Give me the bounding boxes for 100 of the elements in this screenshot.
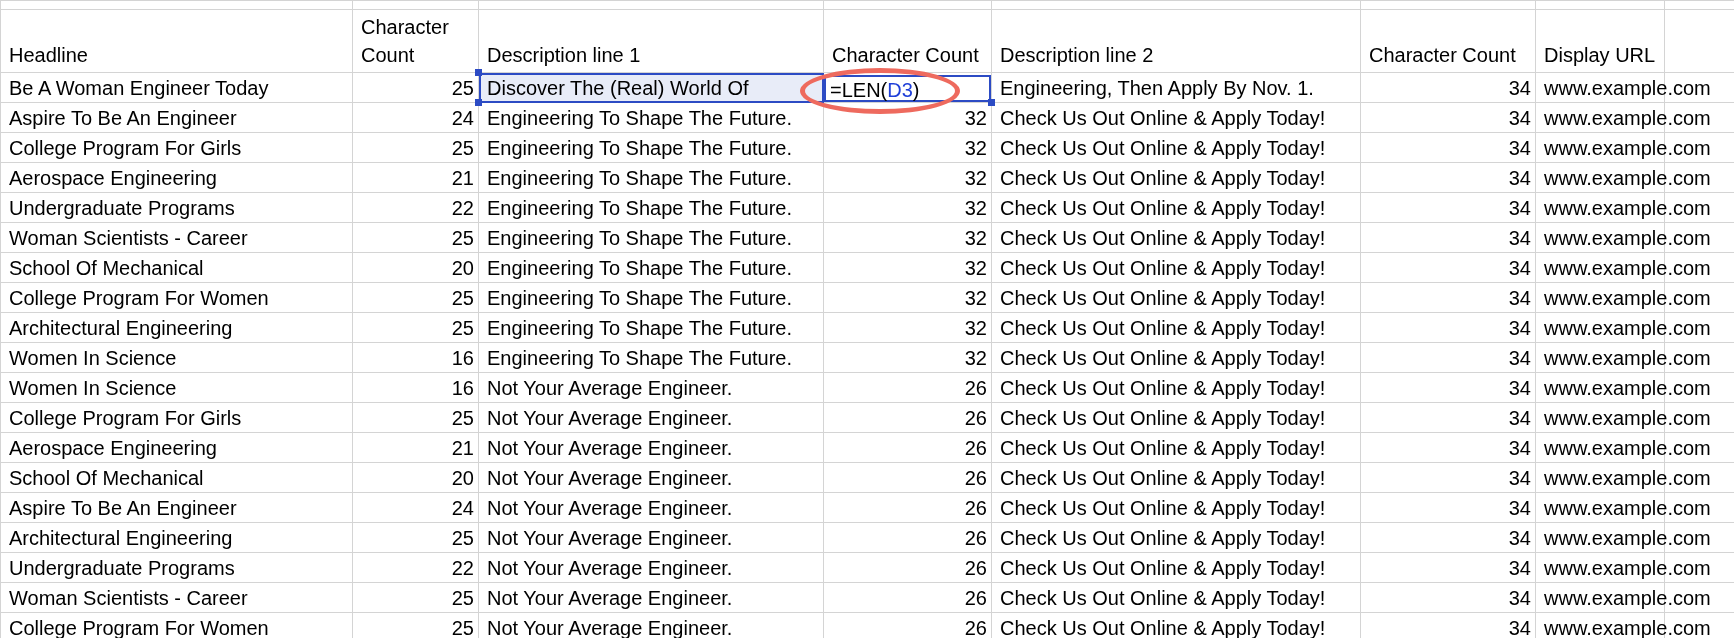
table-cell: 26 bbox=[964, 617, 987, 638]
table-cell: Engineering To Shape The Future. bbox=[487, 317, 793, 339]
selection-handle[interactable] bbox=[988, 99, 995, 106]
table-cell: 25 bbox=[451, 587, 474, 609]
table-cell: Aspire To Be An Engineer bbox=[9, 497, 237, 519]
table-cell: 32 bbox=[964, 167, 987, 189]
formula-input-field[interactable]: =LEN(D3) bbox=[824, 75, 991, 102]
table-cell: www.example.com bbox=[1544, 467, 1711, 489]
table-cell: Women In Science bbox=[9, 347, 177, 369]
column-header: Display URL bbox=[1544, 44, 1656, 66]
table-cell: www.example.com bbox=[1544, 377, 1711, 399]
table-cell: Check Us Out Online & Apply Today! bbox=[1000, 437, 1326, 459]
table-cell: 16 bbox=[451, 347, 474, 369]
table-cell: 26 bbox=[964, 437, 987, 459]
table-cell: www.example.com bbox=[1544, 137, 1711, 159]
table-cell: Not Your Average Engineer. bbox=[487, 467, 733, 489]
table-cell: 34 bbox=[1508, 167, 1531, 189]
table-cell: 34 bbox=[1508, 437, 1531, 459]
table-cell: www.example.com bbox=[1544, 197, 1711, 219]
table-cell: Engineering To Shape The Future. bbox=[487, 227, 793, 249]
table-cell: 26 bbox=[964, 527, 987, 549]
table-cell: 32 bbox=[964, 227, 987, 249]
table-cell: 34 bbox=[1508, 467, 1531, 489]
table-cell: Check Us Out Online & Apply Today! bbox=[1000, 107, 1326, 129]
table-cell: Aerospace Engineering bbox=[9, 167, 217, 189]
table-cell: 34 bbox=[1508, 227, 1531, 249]
table-cell: 34 bbox=[1508, 557, 1531, 579]
table-cell: 34 bbox=[1508, 137, 1531, 159]
table-cell: Check Us Out Online & Apply Today! bbox=[1000, 167, 1326, 189]
column-header: Character Count bbox=[832, 44, 979, 66]
table-cell: 32 bbox=[964, 137, 987, 159]
table-cell: Woman Scientists - Career bbox=[9, 227, 248, 249]
table-cell: 25 bbox=[451, 527, 474, 549]
table-cell: 24 bbox=[451, 107, 474, 129]
selection-handle[interactable] bbox=[475, 99, 482, 106]
table-cell: 34 bbox=[1508, 287, 1531, 309]
table-cell: 34 bbox=[1508, 197, 1531, 219]
table-cell: School Of Mechanical bbox=[9, 467, 204, 489]
table-cell: Engineering To Shape The Future. bbox=[487, 167, 793, 189]
table-cell: Aspire To Be An Engineer bbox=[9, 107, 237, 129]
table-cell: 34 bbox=[1508, 617, 1531, 638]
table-cell: 34 bbox=[1508, 107, 1531, 129]
selection-handle[interactable] bbox=[475, 69, 482, 76]
table-cell: www.example.com bbox=[1544, 437, 1711, 459]
table-cell: 25 bbox=[451, 77, 474, 99]
table-cell: 22 bbox=[451, 557, 474, 579]
column-header: Description line 1 bbox=[487, 44, 641, 66]
table-cell: Check Us Out Online & Apply Today! bbox=[1000, 257, 1326, 279]
table-cell: Engineering, Then Apply By Nov. 1. bbox=[1000, 77, 1314, 99]
table-cell: 34 bbox=[1508, 347, 1531, 369]
table-cell: 32 bbox=[964, 197, 987, 219]
column-header: Character Count bbox=[361, 16, 449, 66]
table-cell: 25 bbox=[451, 227, 474, 249]
table-cell: Not Your Average Engineer. bbox=[487, 587, 733, 609]
table-cell: www.example.com bbox=[1544, 407, 1711, 429]
table-cell: www.example.com bbox=[1544, 257, 1711, 279]
table-cell: Engineering To Shape The Future. bbox=[487, 257, 793, 279]
table-cell: 25 bbox=[451, 317, 474, 339]
table-cell: 16 bbox=[451, 377, 474, 399]
table-cell: www.example.com bbox=[1544, 227, 1711, 249]
table-cell: 34 bbox=[1508, 377, 1531, 399]
table-cell: 32 bbox=[964, 317, 987, 339]
table-cell: Not Your Average Engineer. bbox=[487, 377, 733, 399]
table-cell: College Program For Girls bbox=[9, 137, 242, 159]
table-cell: Women In Science bbox=[9, 377, 177, 399]
table-cell: 32 bbox=[964, 287, 987, 309]
table-cell: Architectural Engineering bbox=[9, 527, 233, 549]
table-cell: Undergraduate Programs bbox=[9, 557, 235, 579]
table-cell: 34 bbox=[1508, 497, 1531, 519]
table-cell: Engineering To Shape The Future. bbox=[487, 197, 793, 219]
table-cell: Check Us Out Online & Apply Today! bbox=[1000, 227, 1326, 249]
table-cell: www.example.com bbox=[1544, 497, 1711, 519]
table-cell: Check Us Out Online & Apply Today! bbox=[1000, 137, 1326, 159]
table-cell: Architectural Engineering bbox=[9, 317, 233, 339]
table-cell: Check Us Out Online & Apply Today! bbox=[1000, 317, 1326, 339]
table-cell: Check Us Out Online & Apply Today! bbox=[1000, 557, 1326, 579]
table-cell: 32 bbox=[964, 257, 987, 279]
table-cell: Check Us Out Online & Apply Today! bbox=[1000, 587, 1326, 609]
column-header: Character Count bbox=[1369, 44, 1516, 66]
column-header: Headline bbox=[9, 44, 88, 66]
table-cell: 34 bbox=[1508, 527, 1531, 549]
table-cell: Check Us Out Online & Apply Today! bbox=[1000, 527, 1326, 549]
table-cell: Check Us Out Online & Apply Today! bbox=[1000, 377, 1326, 399]
table-cell: 32 bbox=[964, 107, 987, 129]
table-cell: 20 bbox=[451, 257, 474, 279]
table-cell: 26 bbox=[964, 407, 987, 429]
table-cell: Not Your Average Engineer. bbox=[487, 407, 733, 429]
table-cell: www.example.com bbox=[1544, 557, 1711, 579]
table-cell: www.example.com bbox=[1544, 77, 1711, 99]
table-cell: 26 bbox=[964, 587, 987, 609]
table-cell: Not Your Average Engineer. bbox=[487, 527, 733, 549]
column-header: Description line 2 bbox=[1000, 44, 1154, 66]
table-cell: Check Us Out Online & Apply Today! bbox=[1000, 407, 1326, 429]
table-cell: Discover The (Real) World Of bbox=[487, 77, 749, 99]
table-cell: www.example.com bbox=[1544, 287, 1711, 309]
table-cell: 25 bbox=[451, 407, 474, 429]
table-cell: 34 bbox=[1508, 257, 1531, 279]
table-cell: 24 bbox=[451, 497, 474, 519]
table-cell: Check Us Out Online & Apply Today! bbox=[1000, 497, 1326, 519]
table-cell: Woman Scientists - Career bbox=[9, 587, 248, 609]
